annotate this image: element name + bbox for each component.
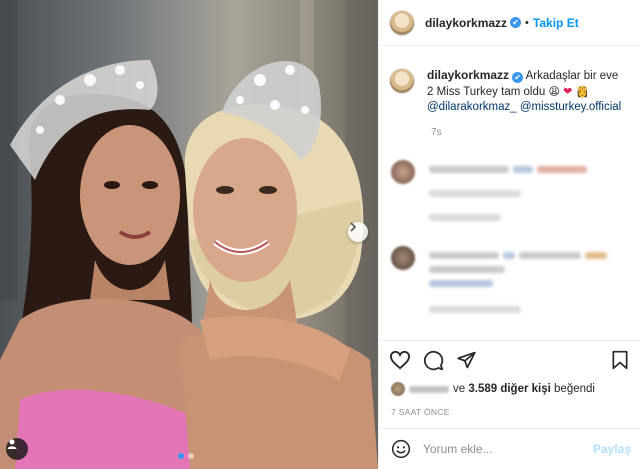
photo-illustration [0,0,378,469]
carousel-dot [188,453,194,459]
tagged-users-button[interactable] [6,438,28,460]
caption-time: 7s [431,127,442,138]
post-side-panel: dilaykorkmazz ✔ • Takip Et dilaykorkmazz… [378,0,640,469]
header-separator: • [525,16,529,29]
post-header: dilaykorkmazz ✔ • Takip Et [379,0,640,46]
bookmark-icon [612,350,628,370]
add-comment-bar: Paylaş [379,428,640,469]
liker-username [409,385,449,393]
author-username[interactable]: dilaykorkmazz [425,16,507,30]
comment-meta [429,190,521,197]
comment-text [519,252,581,259]
action-icons-row [379,341,640,379]
carousel-dot-active [178,453,184,459]
chevron-right-icon [350,222,357,232]
likes-summary[interactable]: ve 3.589 diğer kişi beğendi [379,379,640,399]
princess-emoji: 👸 [575,85,590,98]
caption-avatar[interactable] [389,68,415,94]
verified-badge-icon: ✔ [510,17,522,28]
comment-item [379,240,640,332]
comment-text [503,252,515,259]
save-button[interactable] [611,350,629,370]
posted-time[interactable]: 7 SAAT ÖNCE [379,407,640,417]
mention-link-dilarakorkmaz[interactable]: @dilarakorkmaz_ [427,101,517,113]
follow-button[interactable]: Takip Et [533,16,579,30]
commenter-avatar[interactable] [391,160,415,184]
commenter-avatar[interactable] [391,246,415,270]
comment-text [429,266,505,273]
author-avatar[interactable] [389,9,415,36]
verified-badge-icon: ✔ [512,72,524,83]
caption-username[interactable]: dilaykorkmazz [427,68,509,82]
comment-meta [429,306,521,313]
likes-suffix: beğendi [554,383,595,395]
share-icon [457,351,476,369]
comment-item [379,152,640,240]
comment-text [513,166,533,173]
comments-list[interactable]: dilaykorkmazz ✔ Arkadaşlar bir eve 2 Miss… [379,46,640,332]
caption: dilaykorkmazz ✔ Arkadaşlar bir eve 2 Miss… [379,46,640,115]
weary-face-emoji: 😩 [548,85,560,98]
comment-text [537,166,587,173]
view-replies-link[interactable] [429,214,501,221]
post-comment-button[interactable]: Paylaş [593,442,631,456]
caption-text-block: dilaykorkmazz ✔ Arkadaşlar bir eve 2 Miss… [427,68,627,115]
next-image-button[interactable] [348,222,368,242]
smiley-icon [391,439,411,459]
red-heart-emoji: ❤ [563,85,573,98]
mention-link-missturkey[interactable]: @missturkey.official [520,101,621,113]
carousel-indicator [178,453,194,459]
comment-icon [423,350,444,370]
post-photo[interactable] [0,0,378,469]
post-actions: ve 3.589 diğer kişi beğendi 7 SAAT ÖNCE [379,340,640,417]
heart-icon [389,350,411,370]
liker-avatar [391,382,405,396]
comment-text [429,166,509,173]
comment-text [429,252,499,259]
comment-text [429,280,493,287]
share-button[interactable] [456,350,477,370]
comment-text [585,252,607,259]
like-button[interactable] [389,350,411,370]
user-tag-icon [7,439,17,449]
likes-count[interactable]: 3.589 diğer kişi [468,383,550,395]
comment-button[interactable] [423,350,444,371]
emoji-picker-button[interactable] [391,439,411,459]
comment-input[interactable] [421,441,593,457]
likes-prefix: ve [453,383,466,395]
